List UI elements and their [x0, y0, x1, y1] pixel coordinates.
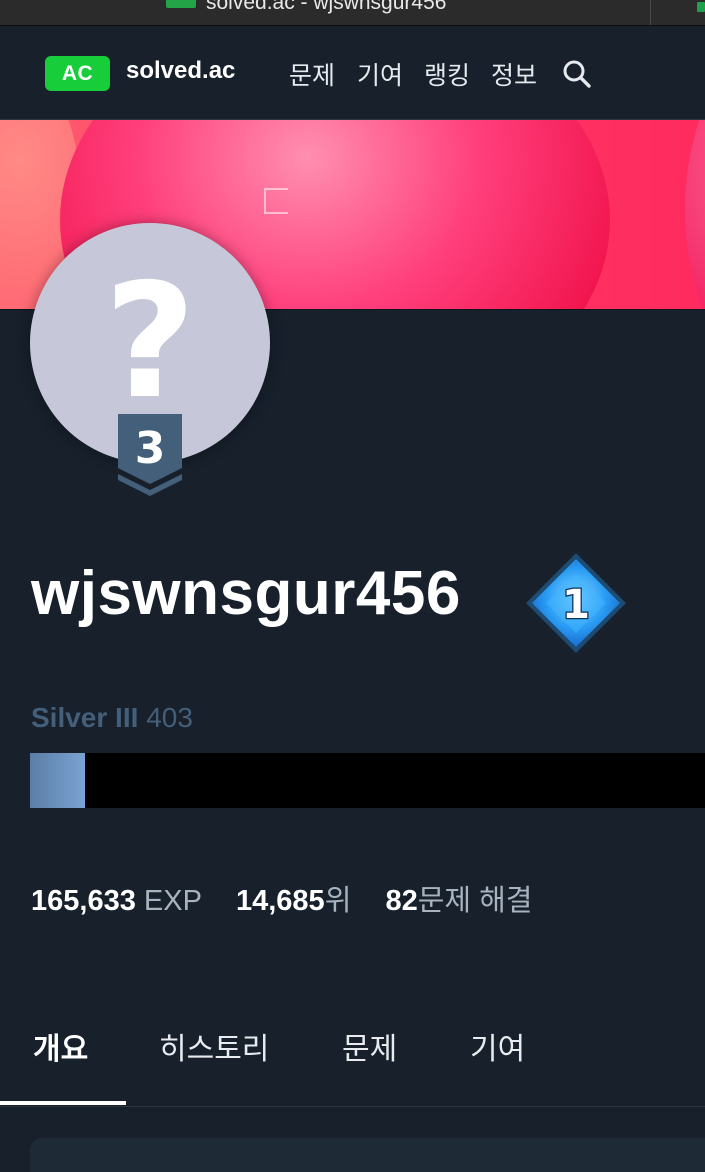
rating-progress-bar	[30, 753, 705, 808]
nav-item-info[interactable]: 정보	[491, 56, 537, 92]
page: solved.ac - wjswnsgur456 AC solved.ac 문제…	[0, 0, 705, 1172]
search-icon[interactable]	[562, 59, 592, 89]
rank-badge-diamond-icon[interactable]: 1	[524, 551, 628, 655]
tier-badge-icon: 3	[116, 414, 184, 498]
profile-stats: 165,633 EXP 14,685위 82문제 해결	[31, 877, 532, 919]
tab-history[interactable]: 히스토리	[159, 1024, 269, 1068]
top-navigation: AC solved.ac 문제 기여 랭킹 정보	[0, 26, 705, 120]
username: wjswnsgur456	[31, 559, 461, 628]
profile-tabs: 개요 히스토리 문제 기여	[0, 1000, 705, 1107]
nav-item-problems[interactable]: 문제	[289, 56, 335, 92]
tab-overview[interactable]: 개요	[33, 1024, 88, 1068]
tab-contribution[interactable]: 기여	[470, 1024, 525, 1068]
active-tab-underline	[0, 1101, 126, 1105]
solved-value: 82	[385, 885, 418, 917]
rating-progress-fill	[30, 753, 86, 808]
tab-problems[interactable]: 문제	[342, 1024, 397, 1068]
favicon-icon	[166, 0, 196, 8]
browser-tab-strip: solved.ac - wjswnsgur456	[0, 0, 705, 26]
nav-item-ranking[interactable]: 랭킹	[424, 56, 470, 92]
tab-divider	[650, 0, 651, 25]
tier-badge-level: 3	[135, 423, 166, 474]
tier-name: Silver III	[31, 702, 139, 733]
browser-tab-title[interactable]: solved.ac - wjswnsgur456	[206, 0, 446, 15]
logo-text[interactable]: solved.ac	[126, 57, 235, 85]
second-tab-favicon-icon[interactable]	[697, 2, 705, 12]
exp-unit: EXP	[143, 885, 202, 917]
rating-value: 403	[146, 702, 193, 733]
logo-badge[interactable]: AC	[45, 56, 110, 91]
exp-value: 165,633	[31, 885, 136, 917]
banner-glint	[264, 188, 288, 214]
nav-item-contribute[interactable]: 기여	[357, 56, 403, 92]
avatar-placeholder-icon: ?	[104, 250, 196, 434]
rank-badge-level: 1	[562, 582, 590, 628]
tier-rating: Silver III 403	[31, 702, 193, 734]
banner-balloon-right	[685, 120, 705, 309]
rank-value: 14,685	[235, 885, 325, 917]
solved-unit: 문제 해결	[417, 885, 533, 917]
content-card	[30, 1138, 705, 1172]
rank-unit: 위	[324, 885, 352, 917]
